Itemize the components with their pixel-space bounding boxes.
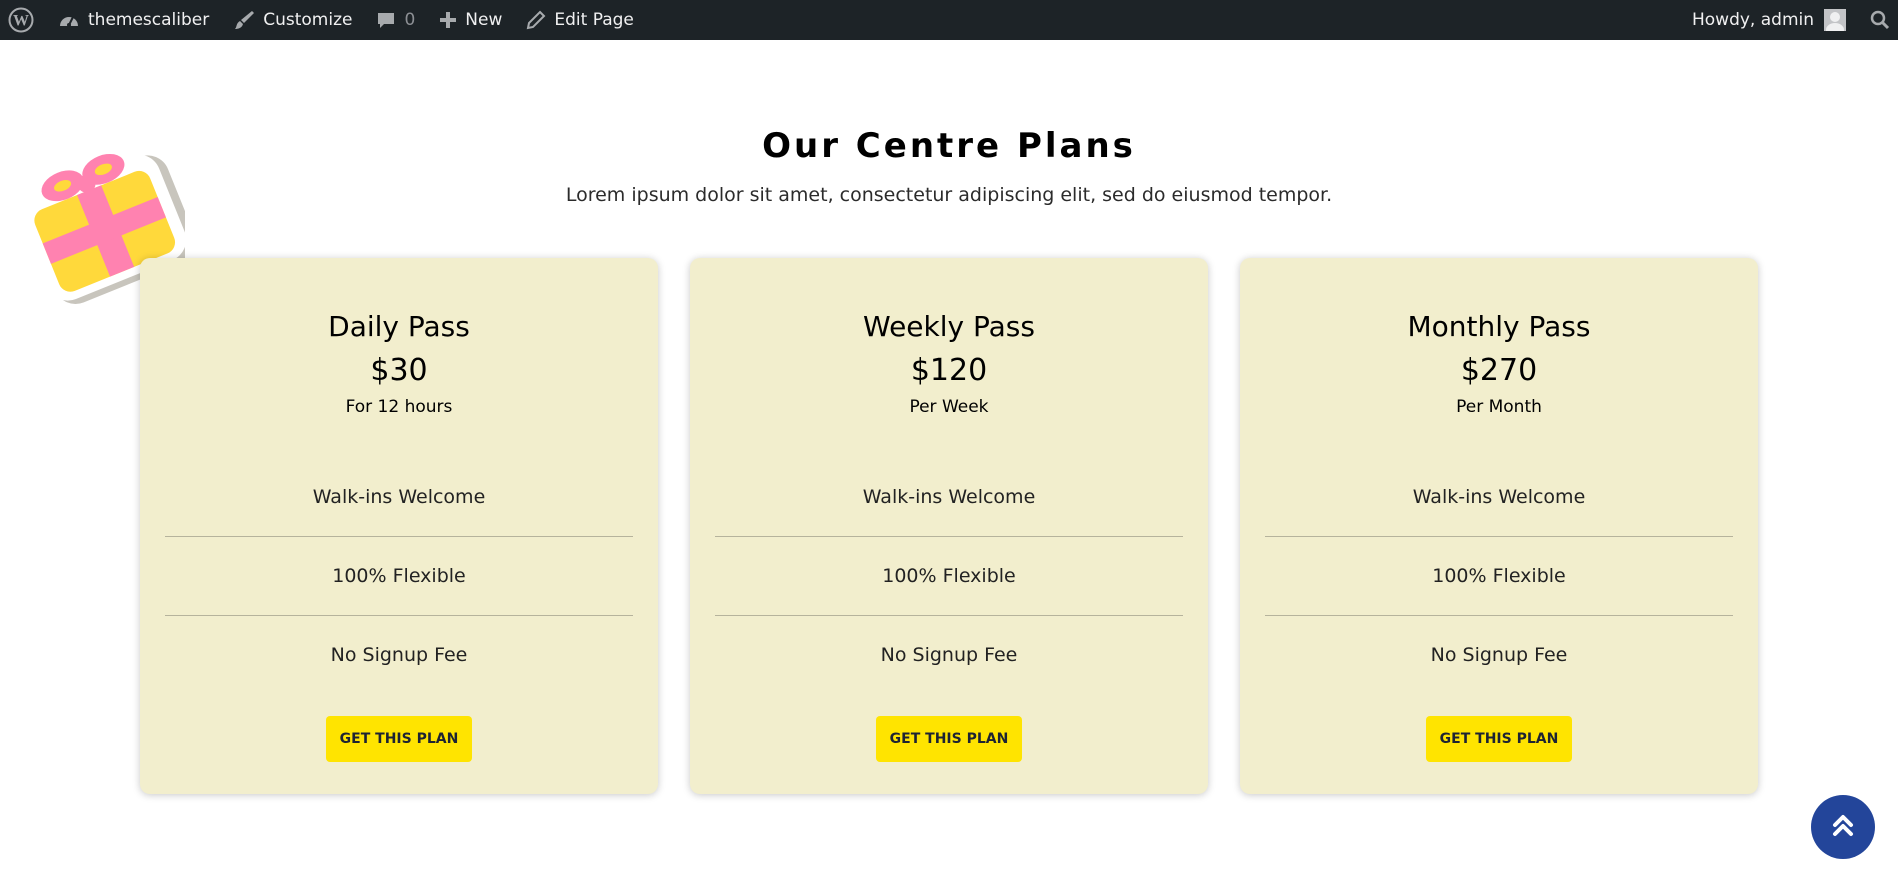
new-label: New [465,10,503,30]
plan-name: Daily Pass [328,310,470,343]
comment-icon [376,10,396,30]
avatar [1824,9,1846,31]
feature-item: No Signup Fee [880,644,1018,666]
plan-price: $120 [910,353,988,388]
svg-text:W: W [13,13,29,30]
admin-bar-left: W themescaliber Customize 0 New Edit Pag… [0,0,646,40]
site-name-label: themescaliber [88,10,210,30]
plan-price: $270 [1460,353,1538,388]
wordpress-logo-icon: W [8,7,34,33]
feature-item: 100% Flexible [1265,537,1733,616]
feature-item: Walk-ins Welcome [165,458,633,537]
plus-icon [439,11,457,29]
plan-features: Walk-ins Welcome 100% Flexible No Signup… [715,458,1183,694]
plan-card-daily: Daily Pass $30 For 12 hours Walk-ins Wel… [140,258,658,794]
comments-link[interactable]: 0 [364,0,427,40]
search-icon [1870,10,1890,30]
plan-name: Monthly Pass [1407,310,1591,343]
feature-item: 100% Flexible [715,537,1183,616]
account-menu[interactable]: Howdy, admin [1680,0,1858,40]
pencil-icon [526,10,546,30]
admin-bar-right: Howdy, admin [1680,0,1898,40]
feature-item: No Signup Fee [330,644,468,666]
edit-page-link[interactable]: Edit Page [514,0,645,40]
customize-link[interactable]: Customize [221,0,364,40]
new-content-menu[interactable]: New [427,0,514,40]
plan-price: $30 [370,353,428,388]
admin-bar: W themescaliber Customize 0 New Edit Pag… [0,0,1898,40]
pricing-cards: Daily Pass $30 For 12 hours Walk-ins Wel… [140,258,1758,794]
brush-icon [233,9,255,31]
section-subtitle: Lorem ipsum dolor sit amet, consectetur … [565,184,1333,206]
double-chevron-up-icon [1830,812,1856,842]
edit-page-label: Edit Page [554,10,634,30]
dashboard-icon [58,10,80,30]
plan-name: Weekly Pass [863,310,1035,343]
get-plan-button-weekly[interactable]: GET THIS PLAN [876,716,1022,762]
site-name-menu[interactable]: themescaliber [46,0,221,40]
get-plan-button-daily[interactable]: GET THIS PLAN [326,716,472,762]
get-plan-button-monthly[interactable]: GET THIS PLAN [1426,716,1572,762]
feature-item: Walk-ins Welcome [715,458,1183,537]
plan-card-weekly: Weekly Pass $120 Per Week Walk-ins Welco… [690,258,1208,794]
plan-period: For 12 hours [345,397,453,417]
feature-item: No Signup Fee [1430,644,1568,666]
scroll-to-top-button[interactable] [1811,795,1875,859]
plan-period: Per Week [909,397,989,417]
plan-features: Walk-ins Welcome 100% Flexible No Signup… [1265,458,1733,694]
section-title: Our Centre Plans [762,126,1136,166]
search-button[interactable] [1858,0,1898,40]
greeting-label: Howdy, admin [1691,10,1814,30]
feature-item: Walk-ins Welcome [1265,458,1733,537]
plan-card-monthly: Monthly Pass $270 Per Month Walk-ins Wel… [1240,258,1758,794]
plan-period: Per Month [1456,397,1542,417]
wordpress-logo-button[interactable]: W [0,0,46,40]
customize-label: Customize [263,10,353,30]
plan-features: Walk-ins Welcome 100% Flexible No Signup… [165,458,633,694]
feature-item: 100% Flexible [165,537,633,616]
comments-count: 0 [404,10,416,30]
